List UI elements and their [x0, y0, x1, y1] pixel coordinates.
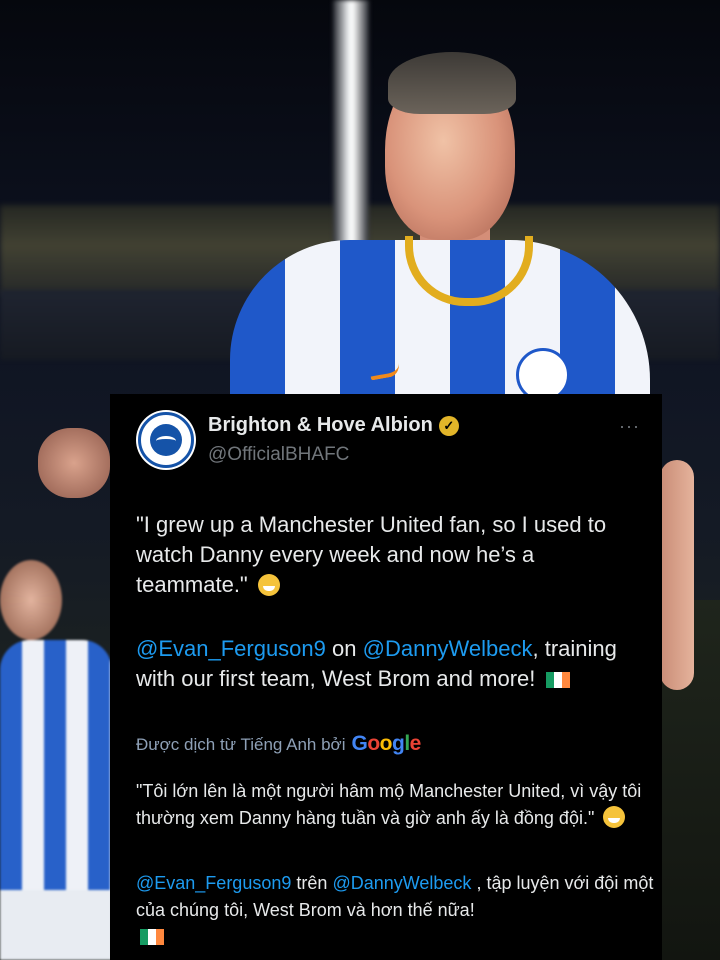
tweet-word: on: [332, 636, 357, 661]
background-player-shirt: [0, 640, 112, 890]
background-player-head: [0, 560, 62, 640]
translated-body: @Evan_Ferguson9 trên @DannyWelbeck , tập…: [136, 870, 656, 951]
author-row: Brighton & Hove Albion ✓: [208, 414, 459, 437]
mention-link[interactable]: @Evan_Ferguson9: [136, 636, 326, 661]
avatar[interactable]: [136, 410, 196, 470]
mention-link[interactable]: @DannyWelbeck: [363, 636, 533, 661]
player-hand: [38, 428, 110, 498]
ireland-flag-icon: [545, 672, 570, 688]
club-badge-icon: [138, 412, 194, 468]
translated-quote-text: "Tôi lớn lên là một người hâm mộ Manches…: [136, 781, 642, 828]
more-options-icon[interactable]: ···: [619, 416, 640, 437]
player-arm: [660, 460, 694, 690]
tweet-quote-text: "I grew up a Manchester United fan, so I…: [136, 512, 607, 597]
floodlight: [333, 0, 369, 250]
mention-link[interactable]: @DannyWelbeck: [332, 873, 471, 893]
star-struck-emoji-icon: [603, 806, 626, 828]
author-name[interactable]: Brighton & Hove Albion: [208, 414, 433, 437]
tweet-body: @Evan_Ferguson9 on @DannyWelbeck, traini…: [136, 634, 646, 694]
author-handle[interactable]: @OfficialBHAFC: [208, 444, 349, 466]
player-hair: [388, 52, 516, 114]
background-player: [0, 560, 112, 960]
google-logo: Google: [351, 732, 422, 755]
mention-link[interactable]: @Evan_Ferguson9: [136, 873, 291, 893]
tweet-quote: "I grew up a Manchester United fan, so I…: [136, 510, 646, 600]
verified-badge-icon: ✓: [438, 415, 459, 436]
tweet-card: Brighton & Hove Albion ✓ @OfficialBHAFC …: [110, 394, 662, 960]
ireland-flag-icon: [140, 929, 164, 945]
translated-quote: "Tôi lớn lên là một người hâm mộ Manches…: [136, 778, 656, 832]
background-player-shorts: [0, 890, 112, 960]
seagull-icon: [156, 436, 176, 446]
translated-word: trên: [296, 873, 328, 893]
star-struck-emoji-icon: [257, 574, 280, 596]
translation-label-text: Được dịch từ Tiếng Anh bởi: [136, 735, 346, 754]
translation-label[interactable]: Được dịch từ Tiếng Anh bởi Google: [136, 732, 421, 756]
